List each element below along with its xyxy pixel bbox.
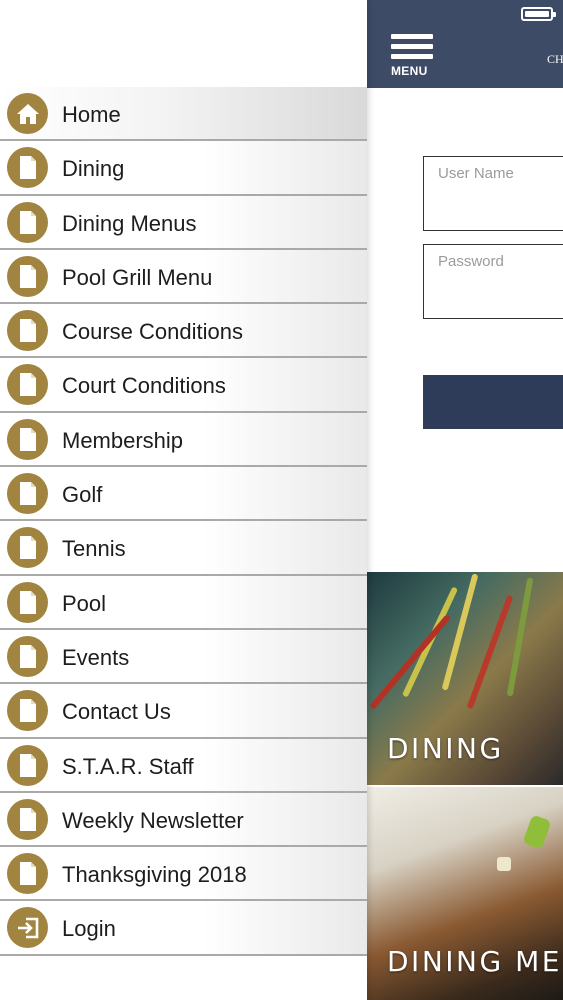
page-icon (7, 310, 48, 352)
drawer-item-court-conditions[interactable]: Court Conditions (0, 358, 367, 413)
page-icon (7, 581, 48, 623)
username-field-box (423, 156, 563, 231)
drawer-item-thanksgiving-2018[interactable]: Thanksgiving 2018 (0, 847, 367, 902)
drawer-item-label: Events (62, 644, 130, 670)
main-content: MENU CH DINING DINING ME (367, 0, 563, 1000)
drawer-item-label: Dining (62, 156, 125, 182)
drawer-item-label: Weekly Newsletter (62, 807, 244, 833)
drawer-item-course-conditions[interactable]: Course Conditions (0, 304, 367, 359)
club-title: CH (547, 52, 563, 66)
drawer-item-events[interactable]: Events (0, 629, 367, 685)
drawer-item-label: Thanksgiving 2018 (62, 862, 247, 888)
hamburger-bar (391, 54, 433, 59)
drawer-item-tennis[interactable]: Tennis (0, 521, 367, 576)
food-decor (522, 814, 552, 850)
page-icon (7, 255, 48, 297)
menu-button[interactable]: MENU (391, 34, 437, 84)
drawer-item-pool-grill-menu[interactable]: Pool Grill Menu (0, 249, 367, 305)
dining-menus-tile-label: DINING ME (387, 945, 562, 978)
hamburger-bar (391, 34, 433, 39)
drawer-item-label: Pool (62, 590, 107, 616)
drawer-item-login[interactable]: Login (0, 901, 367, 956)
dining-menus-tile[interactable]: DINING ME (367, 787, 563, 1000)
drawer-item-label: Home (62, 102, 121, 127)
page-icon (7, 744, 48, 786)
drawer-item-label: Login (62, 916, 116, 942)
home-icon (7, 93, 48, 134)
side-drawer: Home Dining Dining Menus Pool Grill Menu (0, 0, 367, 1000)
menu-label: MENU (391, 64, 428, 78)
page-icon (7, 418, 48, 460)
username-input[interactable] (438, 165, 563, 182)
login-icon (7, 907, 48, 949)
top-bar: MENU CH (367, 0, 563, 88)
food-decor (497, 857, 511, 871)
dining-tile-label: DINING (387, 732, 504, 765)
page-icon (7, 853, 48, 895)
drawer-item-pool[interactable]: Pool (0, 575, 367, 630)
drawer-item-golf[interactable]: Golf (0, 467, 367, 522)
drawer-item-home[interactable]: Home (0, 87, 367, 142)
password-field-box (423, 244, 563, 319)
food-decor (369, 614, 451, 710)
page-icon (7, 635, 48, 677)
drawer-item-label: S.T.A.R. Staff (62, 753, 194, 779)
drawer-item-label: Course Conditions (62, 319, 243, 345)
drawer-item-label: Tennis (62, 536, 126, 562)
drawer-item-label: Membership (62, 427, 184, 453)
password-input[interactable] (438, 253, 563, 270)
page-icon (7, 147, 48, 189)
drawer-item-label: Court Conditions (62, 373, 226, 399)
food-decor (441, 573, 479, 691)
page-icon (7, 201, 48, 243)
drawer-item-label: Dining Menus (62, 210, 197, 236)
drawer-menu-list: Home Dining Dining Menus Pool Grill Menu (0, 87, 367, 956)
login-submit-button[interactable] (423, 375, 563, 429)
drawer-item-membership[interactable]: Membership (0, 412, 367, 468)
drawer-item-contact-us[interactable]: Contact Us (0, 684, 367, 739)
drawer-item-dining[interactable]: Dining (0, 141, 367, 196)
drawer-item-star-staff[interactable]: S.T.A.R. Staff (0, 738, 367, 793)
battery-icon (521, 7, 556, 21)
page-icon (7, 690, 48, 732)
page-icon (7, 527, 48, 569)
page-icon (7, 364, 48, 406)
drawer-item-dining-menus[interactable]: Dining Menus (0, 195, 367, 250)
drawer-item-label: Contact Us (62, 699, 171, 725)
drawer-item-weekly-newsletter[interactable]: Weekly Newsletter (0, 792, 367, 848)
hamburger-bar (391, 44, 433, 49)
drawer-item-label: Golf (62, 482, 103, 508)
page-icon (7, 473, 48, 515)
drawer-item-label: Pool Grill Menu (62, 264, 213, 290)
dining-tile[interactable]: DINING (367, 572, 563, 785)
page-icon (7, 798, 48, 840)
